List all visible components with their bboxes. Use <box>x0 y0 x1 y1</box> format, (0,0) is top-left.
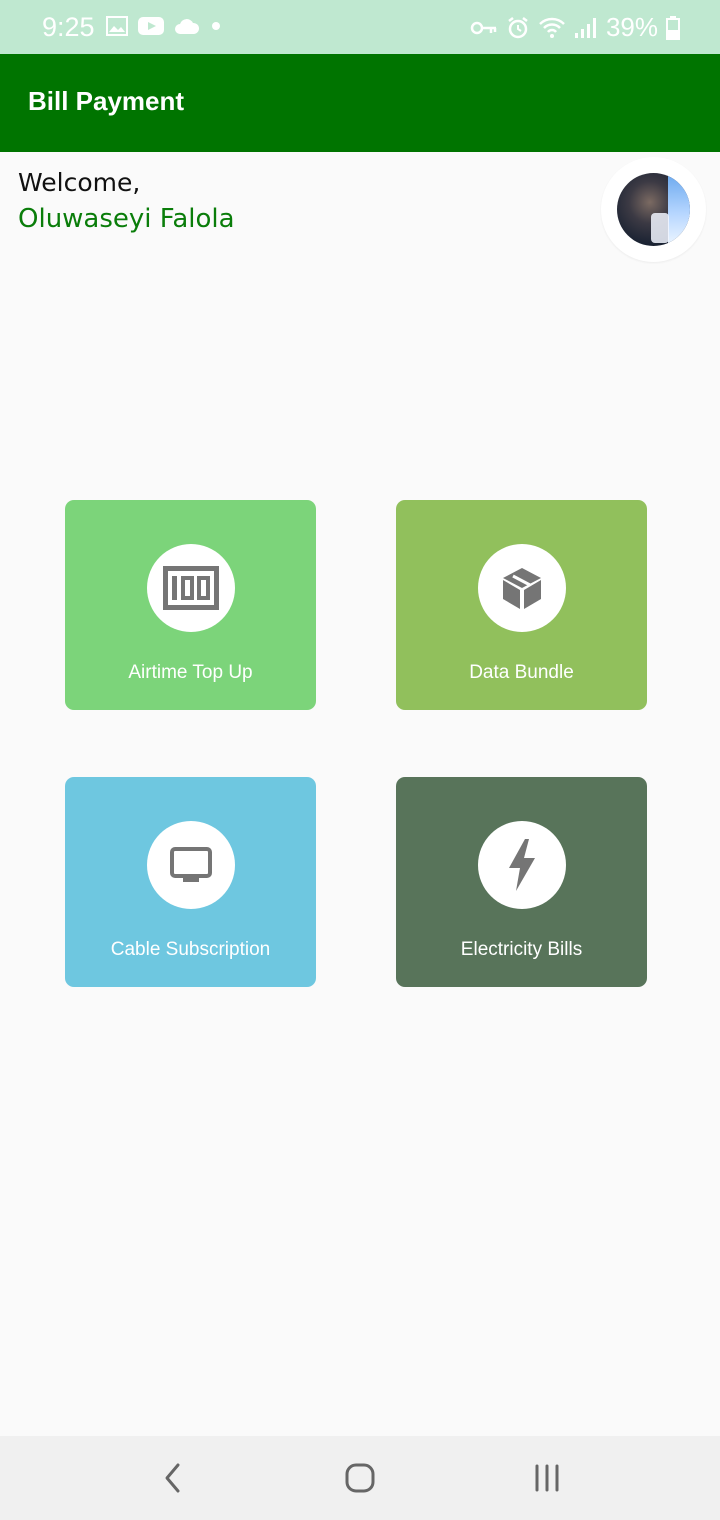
home-icon <box>345 1463 375 1493</box>
cable-label: Cable Subscription <box>110 939 271 960</box>
bolt-icon <box>508 839 535 891</box>
airtime-icon-circle <box>146 544 235 632</box>
youtube-icon <box>138 17 164 35</box>
alarm-icon <box>508 16 528 38</box>
data-bundle-label: Data Bundle <box>469 662 574 683</box>
tv-icon <box>169 847 212 882</box>
airtime-top-up-tile[interactable]: Airtime Top Up <box>65 500 316 710</box>
cable-subscription-tile[interactable]: Cable Subscription <box>65 777 316 987</box>
airtime-label: Airtime Top Up <box>128 662 253 683</box>
electricity-icon-circle <box>477 821 566 909</box>
data-bundle-icon-circle <box>477 544 566 632</box>
status-time: 9:25 <box>42 12 95 42</box>
vpn-key-icon <box>470 21 497 34</box>
cloud-icon <box>175 19 200 34</box>
battery-percent: 39% <box>605 12 658 42</box>
status-bar: 9:25 39% <box>0 0 720 54</box>
profile-avatar-button[interactable] <box>601 157 706 262</box>
image-icon <box>106 16 128 36</box>
home-button[interactable] <box>330 1456 390 1500</box>
recents-button[interactable] <box>517 1456 577 1500</box>
user-name: Oluwaseyi Falola <box>18 204 235 234</box>
electricity-label: Electricity Bills <box>460 939 583 960</box>
app-bar: Bill Payment <box>0 54 720 152</box>
back-icon <box>165 1463 180 1493</box>
page-title: Bill Payment <box>28 86 185 116</box>
recents-icon <box>535 1464 559 1492</box>
data-bundle-tile[interactable]: Data Bundle <box>396 500 647 710</box>
dot-icon <box>212 22 220 30</box>
system-nav-bar <box>0 1436 720 1520</box>
status-system-icons: 39% <box>470 12 680 43</box>
airtime-100-icon <box>162 566 219 610</box>
back-button[interactable] <box>142 1456 202 1500</box>
signal-icon <box>574 17 596 38</box>
electricity-bills-tile[interactable]: Electricity Bills <box>396 777 647 987</box>
battery-icon <box>666 15 680 40</box>
cable-icon-circle <box>146 821 235 909</box>
welcome-text: Welcome, <box>18 168 141 197</box>
status-notification-icons <box>106 16 222 36</box>
avatar <box>617 173 690 246</box>
cube-icon <box>502 568 541 609</box>
wifi-icon <box>539 17 565 38</box>
